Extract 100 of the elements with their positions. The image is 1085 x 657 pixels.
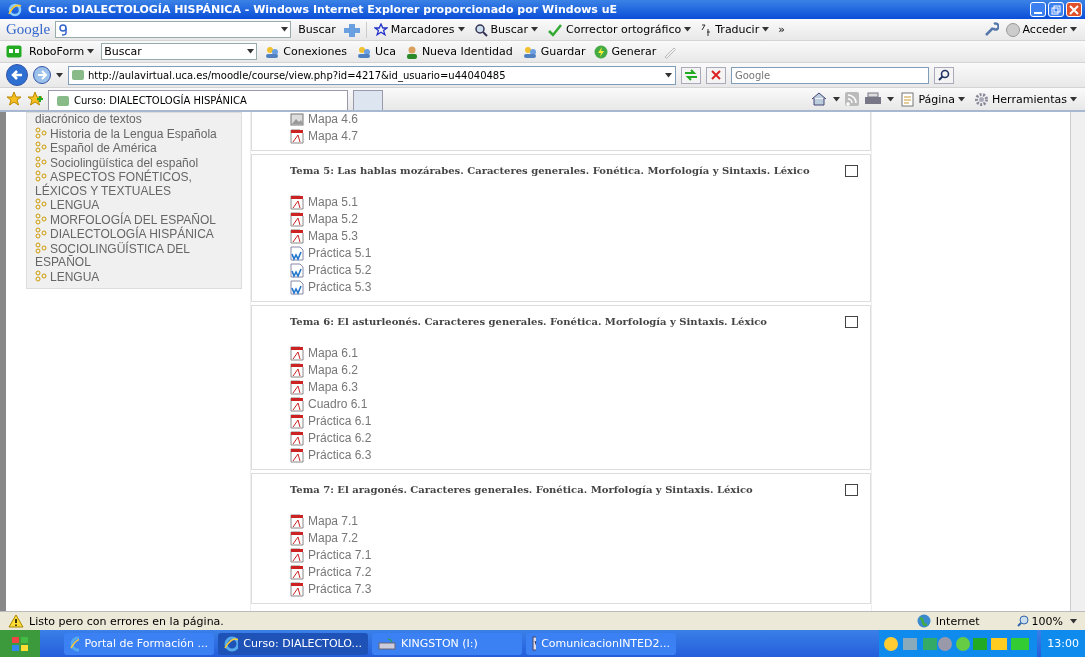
resource-link[interactable]: Práctica 7.3 — [290, 581, 372, 598]
checkmark-icon[interactable] — [547, 22, 564, 37]
browser-icon[interactable] — [70, 635, 80, 652]
toolbar-button[interactable]: Buscar — [471, 22, 541, 37]
toolbar-button[interactable]: Uca — [354, 44, 398, 59]
course-link[interactable]: DIALECTOLOGÍA HISPÁNICA — [35, 227, 235, 242]
caret-icon[interactable] — [833, 96, 841, 102]
caret-icon[interactable] — [762, 27, 770, 32]
toolbar-button[interactable]: Nueva Identidad — [402, 44, 515, 59]
caret-icon[interactable] — [1070, 96, 1077, 102]
resource-link[interactable]: Práctica 6.1 — [290, 413, 372, 430]
home-icon[interactable] — [810, 91, 829, 107]
caret-icon[interactable] — [958, 96, 966, 102]
circle-icon[interactable] — [1005, 22, 1020, 37]
course-link[interactable]: Español de América — [35, 141, 235, 156]
search-field[interactable]: Google — [731, 66, 929, 84]
person-icon[interactable] — [404, 44, 419, 59]
search-icon[interactable] — [938, 69, 950, 81]
taskbar-button[interactable]: ComunicacionINTED2... — [526, 632, 676, 655]
people-icon[interactable] — [521, 44, 538, 59]
course-link-text[interactable]: diacrónico de textos — [35, 113, 235, 127]
stop-icon[interactable] — [711, 70, 721, 80]
favorites-star-icon[interactable] — [6, 91, 22, 107]
resource-link[interactable]: Mapa 4.7 — [290, 128, 359, 145]
toolbar-button[interactable]: Corrector ortográfico — [545, 22, 694, 37]
caret-icon[interactable] — [281, 27, 289, 32]
lightning-icon[interactable] — [594, 44, 609, 59]
google-search-field[interactable] — [55, 21, 292, 38]
taskbar-button[interactable]: Portal de Formación ... — [64, 632, 214, 655]
taskbar-button[interactable]: KINGSTON (I:) — [372, 632, 522, 655]
new-tab-button[interactable] — [353, 90, 383, 110]
course-link[interactable]: ASPECTOS FONÉTICOS, LÉXICOS Y TEXTUALES — [35, 170, 235, 198]
resource-link[interactable]: Mapa 6.1 — [290, 345, 359, 362]
resource-link[interactable]: Mapa 5.3 — [290, 228, 359, 245]
resource-link[interactable]: Práctica 6.2 — [290, 430, 372, 447]
people-icon[interactable] — [356, 44, 373, 59]
windows-logo-icon[interactable] — [11, 635, 29, 652]
course-link[interactable]: Historia de la Lengua Española — [35, 126, 235, 141]
resource-link[interactable]: Práctica 5.2 — [290, 262, 372, 279]
address-field[interactable]: http://aulavirtual.uca.es/moodle/course/view.php?id=4217&id_usuario=u44040485 — [68, 65, 676, 85]
print-icon[interactable] — [864, 92, 883, 106]
checkbox[interactable] — [845, 484, 858, 496]
resource-link[interactable]: Práctica 7.1 — [290, 547, 372, 564]
course-link[interactable]: MORFOLOGÍA DEL ESPAÑOL — [35, 212, 235, 227]
caret-icon[interactable] — [457, 27, 465, 32]
resource-link[interactable]: Práctica 7.2 — [290, 564, 372, 581]
zoom-icon[interactable] — [1016, 615, 1029, 627]
start-button[interactable] — [0, 630, 40, 657]
site-favicon-icon[interactable] — [57, 95, 69, 106]
more-button[interactable]: » — [776, 23, 787, 36]
course-link[interactable]: SOCIOLINGÜÍSTICA DEL ESPAÑOL — [35, 241, 235, 270]
resource-link[interactable]: Práctica 5.3 — [290, 279, 372, 296]
resource-link[interactable]: Mapa 5.2 — [290, 211, 359, 228]
resource-link[interactable]: Práctica 5.1 — [290, 245, 372, 262]
add-favorite-icon[interactable] — [27, 91, 43, 107]
search-button[interactable] — [934, 66, 954, 84]
gear-icon[interactable] — [974, 91, 990, 107]
caret-icon[interactable] — [1070, 618, 1077, 624]
stop-button[interactable] — [706, 66, 726, 84]
roboform-menu[interactable]: RoboForm — [27, 45, 97, 58]
toolbar-button[interactable]: Traducir — [698, 22, 772, 37]
toolbar-button[interactable]: Marcadores — [371, 22, 467, 37]
resource-link[interactable]: Mapa 7.1 — [290, 513, 359, 530]
checkbox[interactable] — [845, 316, 858, 328]
browser-tab[interactable]: Curso: DIALECTOLOGÍA HISPÁNICA — [48, 90, 348, 110]
search-button[interactable]: Buscar — [296, 23, 338, 36]
checkbox[interactable] — [845, 165, 858, 177]
command-button[interactable]: Herramientas — [972, 91, 1079, 107]
caret-icon[interactable] — [1070, 27, 1077, 32]
search-icon[interactable] — [473, 22, 488, 37]
caret-icon[interactable] — [887, 96, 895, 102]
caret-icon[interactable] — [56, 72, 63, 78]
sign-in-button[interactable]: Acceder — [1003, 22, 1079, 37]
resource-link[interactable]: Cuadro 6.1 — [290, 396, 368, 413]
toolbar-button[interactable]: Conexiones — [262, 44, 350, 59]
resource-link[interactable]: Mapa 6.2 — [290, 362, 359, 379]
resource-link[interactable]: Práctica 6.3 — [290, 447, 372, 464]
plus-icon[interactable] — [342, 22, 361, 37]
translate-icon[interactable] — [700, 22, 713, 37]
toolbar-button[interactable]: Generar — [592, 44, 659, 59]
caret-icon[interactable] — [247, 49, 255, 54]
caret-icon[interactable] — [684, 27, 692, 32]
resource-link[interactable]: Mapa 7.2 — [290, 530, 359, 547]
course-link[interactable]: LENGUA — [35, 198, 235, 213]
command-button[interactable]: Página — [899, 91, 968, 107]
page-icon[interactable] — [901, 91, 916, 107]
resource-link[interactable]: Mapa 5.1 — [290, 194, 359, 211]
star-icon[interactable] — [373, 22, 388, 37]
resource-link[interactable]: Mapa 6.3 — [290, 379, 359, 396]
toolbar-button[interactable]: Guardar — [519, 44, 588, 59]
zoom-button[interactable]: 100% — [1014, 614, 1065, 628]
roboform-search-field[interactable]: Buscar — [101, 43, 258, 60]
drive-icon[interactable] — [378, 636, 396, 651]
system-tray-icons[interactable] — [879, 630, 1038, 657]
people-icon[interactable] — [264, 44, 281, 59]
caret-icon[interactable] — [531, 27, 539, 32]
browser-icon[interactable] — [224, 635, 239, 652]
course-link[interactable]: Sociolingüística del español — [35, 155, 235, 170]
resource-link[interactable]: Mapa 4.6 — [290, 112, 359, 128]
caret-icon[interactable] — [87, 49, 95, 54]
